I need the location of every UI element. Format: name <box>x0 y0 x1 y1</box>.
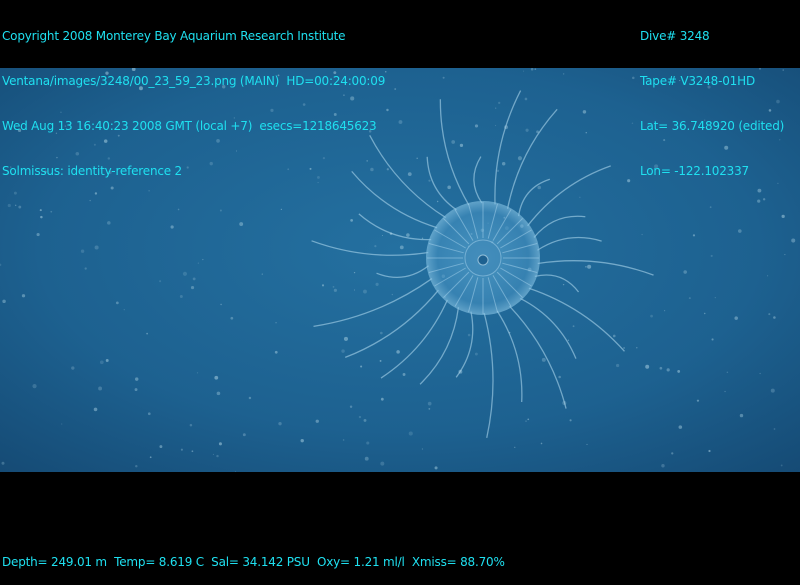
header-right: Dive# 3248 Tape# V3248-01HD Lat= 36.7489… <box>640 0 784 194</box>
tape-text: Tape# V3248-01HD <box>640 74 755 88</box>
copyright-text: Copyright 2008 Monterey Bay Aquarium Res… <box>2 29 346 43</box>
annotation-text: Solmissus: identity-reference 2 <box>2 164 182 178</box>
lon-text: Lon= -122.102337 <box>640 164 749 178</box>
sensor-readout: Depth= 249.01 m Temp= 8.619 C Sal= 34.14… <box>2 555 505 569</box>
lat-text: Lat= 36.748920 (edited) <box>640 119 785 133</box>
image-path-text: Ventana/images/3248/00_23_59_23.png (MAI… <box>2 74 386 88</box>
footer-sensors: Depth= 249.01 m Temp= 8.619 C Sal= 34.14… <box>2 525 505 585</box>
header-left: Copyright 2008 Monterey Bay Aquarium Res… <box>2 0 385 194</box>
dive-text: Dive# 3248 <box>640 29 710 43</box>
datetime-text: Wed Aug 13 16:40:23 2008 GMT (local +7) … <box>2 119 377 133</box>
